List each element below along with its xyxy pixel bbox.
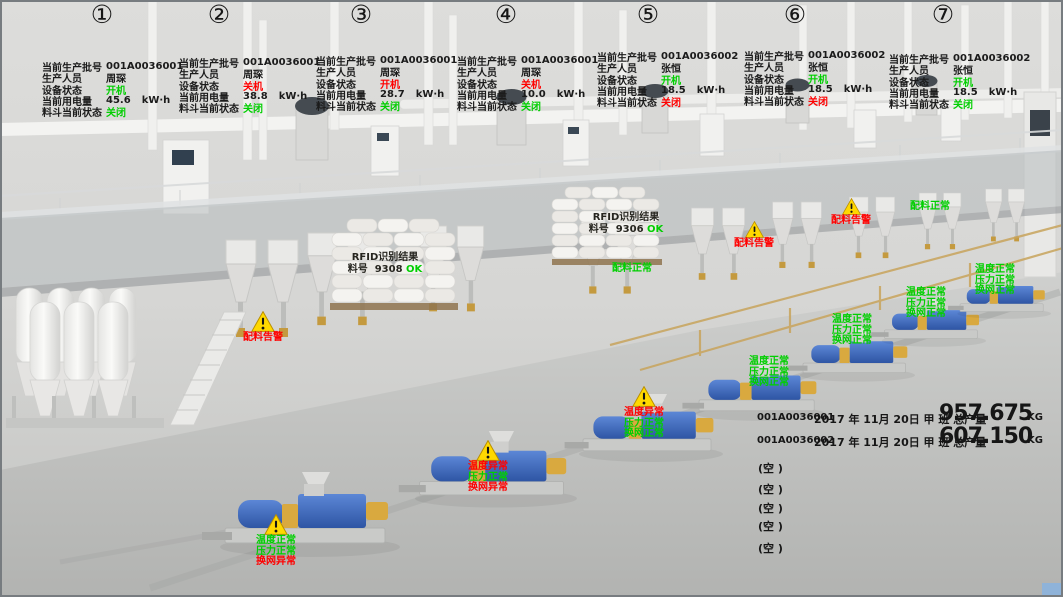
hmi-screen: ① ② ③ ④ ⑤ ⑥ ⑦ 当前生产批号 001A0036001 生产人员 周琛 <box>0 0 1063 597</box>
empty-slot: (空 ) <box>758 500 783 516</box>
production-total-row: 001A0036002 2017 年 11月 20日 甲 班 总产量 607.1… <box>755 427 1055 450</box>
empty-slot: (空 ) <box>758 481 783 497</box>
total-amount: 607.150 <box>939 424 1032 449</box>
production-summary: 001A0036001 2017 年 11月 20日 甲 班 总产量 957.6… <box>755 404 1055 450</box>
empty-slot: (空 ) <box>758 540 783 556</box>
empty-slot: (空 ) <box>758 518 783 534</box>
total-amount: 957.675 <box>939 401 1032 426</box>
total-unit: KG <box>1027 435 1043 446</box>
empty-slot: (空 ) <box>758 460 783 476</box>
corner-accent <box>1042 583 1063 597</box>
total-unit: KG <box>1027 412 1043 423</box>
factory-3d-scene <box>0 0 1063 597</box>
